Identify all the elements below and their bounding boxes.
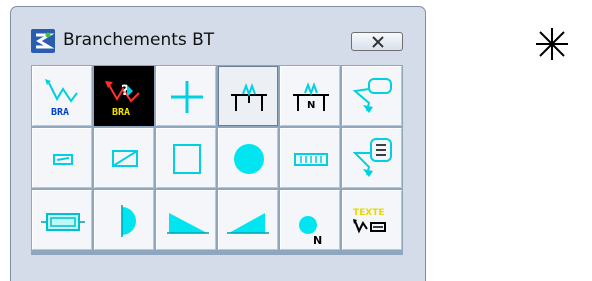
tool-texte[interactable]: TEXTE [342,190,402,250]
query-branch-icon: ? BRA [105,81,140,118]
tool-rect-diagonal[interactable] [94,128,154,188]
tool-branch-query[interactable]: ? BRA [94,66,154,126]
tool-palette: BRA ? BRA N N TEXTE [31,65,403,255]
app-logo-icon [31,29,55,53]
grid-box-icon [294,153,328,166]
callout-list-icon [352,138,392,177]
circle-n-icon: N [299,216,322,247]
tool-small-rect[interactable] [32,128,92,188]
tool-pole-span-n[interactable]: N [280,66,340,126]
tool-label-bra-2: BRA [112,107,130,118]
square-icon [173,144,201,174]
zigzag-branch-icon: BRA [45,79,78,118]
tool-half-circle[interactable] [94,190,154,250]
window-title: Branchements BT [63,30,215,50]
right-triangle-right-icon [227,213,269,234]
title-bar[interactable]: Branchements BT [11,7,425,57]
tool-label-n: N [307,100,315,111]
tool-triangle-right[interactable] [218,190,278,250]
tool-boxed-rect[interactable] [32,190,92,250]
tool-pole-span[interactable] [218,66,278,126]
small-rect-icon [53,154,73,165]
branchements-window: Branchements BT BRA ? BRA N N TEXTE [10,6,426,281]
tool-grid-box[interactable] [280,128,340,188]
tool-circle-n[interactable]: N [280,190,340,250]
tool-callout[interactable] [342,66,402,126]
plus-icon [171,81,203,113]
boxed-rect-icon [41,213,85,231]
tool-square[interactable] [156,128,216,188]
asterisk-cursor-icon [536,28,568,60]
tool-plus[interactable] [156,66,216,126]
tool-callout-list[interactable] [342,128,402,188]
tool-branch-line[interactable]: BRA [32,66,92,126]
pole-span-n-icon: N [293,82,329,111]
tool-circle[interactable] [218,128,278,188]
filled-circle-icon [234,144,264,174]
callout-arrow-icon [352,78,392,113]
half-circle-icon [121,205,136,237]
tool-triangle-left[interactable] [156,190,216,250]
close-button[interactable] [351,32,403,51]
close-x-icon [372,36,384,48]
pole-span-icon [231,83,267,111]
texte-icon: TEXTE [353,208,386,234]
right-triangle-left-icon [167,213,209,234]
tool-label-n-2: N [313,234,322,247]
rect-diagonal-icon [112,150,138,167]
tool-label-bra: BRA [51,107,69,118]
tool-label-texte: TEXTE [353,208,385,218]
